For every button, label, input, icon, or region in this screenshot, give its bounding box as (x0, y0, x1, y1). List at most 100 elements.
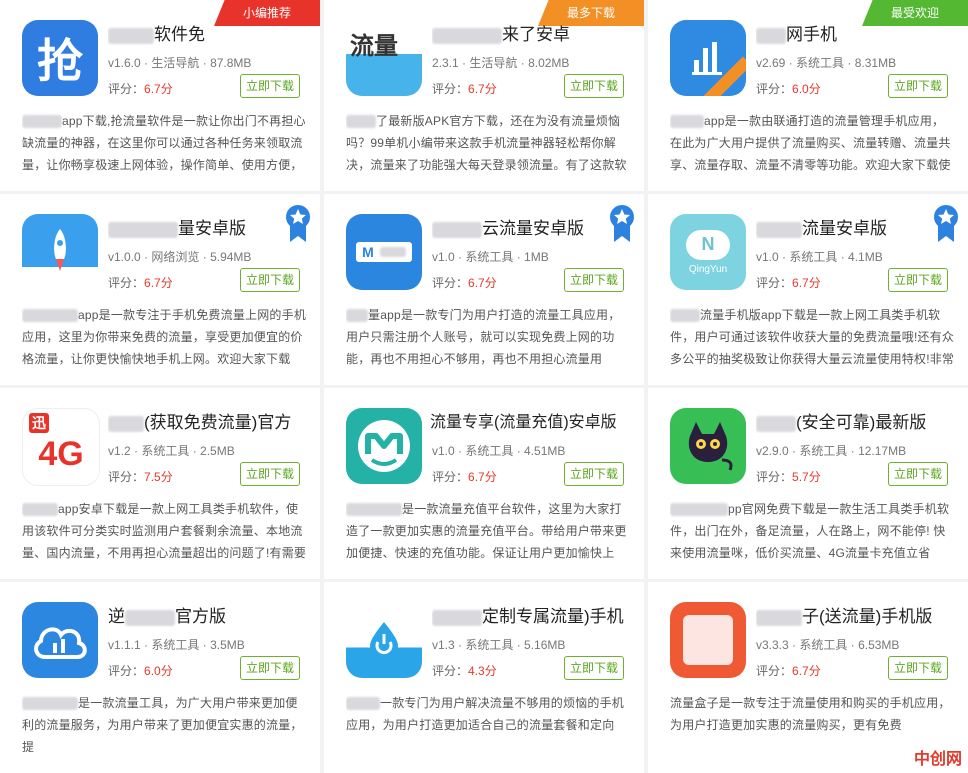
qingyun-icon[interactable]: N QingYun (670, 214, 746, 290)
signal-bars-icon[interactable] (670, 20, 746, 96)
app-score: 评分：6.0分 (756, 80, 821, 97)
cat-icon[interactable] (670, 408, 746, 484)
score-label: 评分： (432, 276, 469, 290)
score-value: 6.7分 (144, 276, 173, 290)
download-button[interactable]: 立即下载 (564, 74, 624, 98)
app-category: 系统工具 (141, 444, 190, 458)
download-button[interactable]: 立即下载 (564, 656, 624, 680)
download-button[interactable]: 立即下载 (564, 268, 624, 292)
app-title[interactable]: 流量安卓版 (756, 214, 956, 239)
download-button[interactable]: 立即下载 (888, 462, 948, 486)
desc-text: app是一款由联通打造的流量管理手机应用，在此为广大用户提供了流量购买、流量转赠… (670, 114, 951, 172)
app-category: 网络浏览 (151, 250, 200, 264)
app-title[interactable]: 流量专享(流量充值)安卓版 (430, 408, 640, 432)
rocket-icon[interactable] (22, 214, 98, 290)
rocket-glyph (54, 229, 66, 271)
score-label: 评分： (108, 470, 145, 484)
4g-icon[interactable]: 4G 迅 (22, 408, 100, 486)
app-meta: v1.3 · 系统工具 · 5.16MB (432, 638, 566, 652)
app-card: M 云流量安卓版 v1.0 · 系统工具 · 1MB 评分：6.7分 立即下载 … (324, 194, 644, 385)
app-version: v2.69 (756, 56, 786, 70)
title-prefix: 逆 (108, 607, 125, 626)
app-version: v1.0 (432, 444, 455, 458)
app-category: 系统工具 (465, 250, 514, 264)
app-grid: 小编推荐 抢 软件免 v1.6.0 · 生活导航 · 87.8MB 评分：6.7… (0, 0, 968, 773)
app-title[interactable]: (获取免费流量)官方 (108, 408, 308, 433)
app-meta: v1.0 · 系统工具 · 1MB (432, 250, 549, 264)
app-version: v1.3 (432, 638, 455, 652)
app-title[interactable]: 云流量安卓版 (432, 214, 632, 239)
app-meta: v1.0.0 · 网络浏览 · 5.94MB (108, 250, 252, 264)
app-title-text: 软件免 (154, 25, 205, 44)
app-category: 系统工具 (465, 638, 514, 652)
app-title[interactable]: 来了安卓 (432, 20, 632, 45)
app-meta: v1.6.0 · 生活导航 · 87.8MB (108, 56, 252, 70)
app-description: pp官网免费下载是一款生活工具类手机软件，出门在外，备足流量，人在路上，网不能停… (670, 498, 956, 564)
smile-m-icon[interactable] (346, 408, 422, 484)
app-version: v1.0 (432, 250, 455, 264)
app-card: 定制专属流量)手机 v1.3 · 系统工具 · 5.16MB 评分：4.3分 立… (324, 582, 644, 773)
app-title[interactable]: 逆 官方版 (108, 602, 308, 627)
download-button[interactable]: 立即下载 (564, 462, 624, 486)
score-label: 评分： (108, 276, 145, 290)
app-card: 小编推荐 抢 软件免 v1.6.0 · 生活导航 · 87.8MB 评分：6.7… (0, 0, 320, 191)
app-size: 87.8MB (210, 56, 252, 70)
download-button[interactable]: 立即下载 (888, 656, 948, 680)
download-button[interactable]: 立即下载 (240, 74, 300, 98)
desc-text: app安卓下载是一款上网工具类手机软件，使用该软件可分类实时监测用户套餐剩余流量… (22, 502, 307, 560)
app-version: v1.1.1 (108, 638, 141, 652)
app-version: v3.3.3 (756, 638, 789, 652)
download-button[interactable]: 立即下载 (888, 268, 948, 292)
app-score: 评分：6.7分 (432, 274, 497, 291)
traffic-icon[interactable]: 流量 (346, 20, 422, 96)
app-title[interactable]: (安全可靠)最新版 (756, 408, 956, 433)
app-category: 生活导航 (469, 56, 518, 70)
app-title[interactable]: 子(送流量)手机版 (756, 602, 956, 627)
app-score: 评分：7.5分 (108, 468, 173, 485)
app-description: 一款专门为用户解决流量不够用的烦恼的手机应用，为用户打造更加适合自己的流量套餐和… (346, 692, 632, 758)
app-title[interactable]: 网手机 (756, 20, 956, 45)
grab-icon[interactable]: 抢 (22, 20, 98, 96)
desc-text: 了最新版APK官方下载，还在为没有流量烦恼吗？99单机小编带来这款手机流量神器轻… (346, 114, 627, 172)
download-button[interactable]: 立即下载 (240, 462, 300, 486)
m-glyph: M (362, 244, 374, 260)
cloud-icon[interactable] (22, 602, 98, 678)
grab-icon-glyph: 抢 (37, 34, 83, 88)
score-value: 6.7分 (468, 470, 497, 484)
app-title[interactable]: 软件免 (108, 20, 308, 45)
download-button[interactable]: 立即下载 (888, 74, 948, 98)
score-value: 6.0分 (144, 664, 173, 678)
power-drop-icon[interactable] (346, 602, 422, 678)
app-size: 6.53MB (858, 638, 900, 652)
app-score: 评分：6.7分 (432, 468, 497, 485)
app-meta: v1.0 · 系统工具 · 4.51MB (432, 444, 566, 458)
download-button[interactable]: 立即下载 (240, 656, 300, 680)
download-button[interactable]: 立即下载 (240, 268, 300, 292)
m-card-icon[interactable]: M (346, 214, 422, 290)
score-value: 6.7分 (792, 276, 821, 290)
box-icon[interactable] (670, 602, 746, 678)
app-description: 量app是一款专门为用户打造的流量工具应用，用户只需注册个人账号，就可以实现免费… (346, 304, 632, 370)
app-size: 12.17MB (858, 444, 907, 458)
app-category: 系统工具 (789, 250, 838, 264)
app-title-text: (获取免费流量)官方 (144, 413, 292, 432)
score-value: 6.7分 (792, 664, 821, 678)
score-value: 5.7分 (792, 470, 821, 484)
desc-text: app下载,抢流量软件是一款让你出门不再担心缺流量的神器，在这里你可以通过各种任… (22, 114, 306, 172)
box-glyph (683, 615, 733, 665)
app-description: app下载,抢流量软件是一款让你出门不再担心缺流量的神器，在这里你可以通过各种任… (22, 110, 308, 176)
app-score: 评分：4.3分 (432, 662, 497, 679)
app-title[interactable]: 定制专属流量)手机 (432, 602, 632, 627)
app-category: 系统工具 (799, 638, 848, 652)
app-meta: v3.3.3 · 系统工具 · 6.53MB (756, 638, 900, 652)
app-version: v1.0 (756, 250, 779, 264)
app-meta: v1.2 · 系统工具 · 2.5MB (108, 444, 235, 458)
score-label: 评分： (432, 664, 469, 678)
app-score: 评分：6.0分 (108, 662, 173, 679)
app-card: 子(送流量)手机版 v3.3.3 · 系统工具 · 6.53MB 评分：6.7分… (648, 582, 968, 773)
app-title[interactable]: 量安卓版 (108, 214, 308, 239)
score-value: 7.5分 (144, 470, 173, 484)
app-card: (安全可靠)最新版 v2.9.0 · 系统工具 · 12.17MB 评分：5.7… (648, 388, 968, 579)
watermark-logo: 中创网 (913, 751, 962, 768)
app-title-text: 流量安卓版 (802, 219, 887, 238)
